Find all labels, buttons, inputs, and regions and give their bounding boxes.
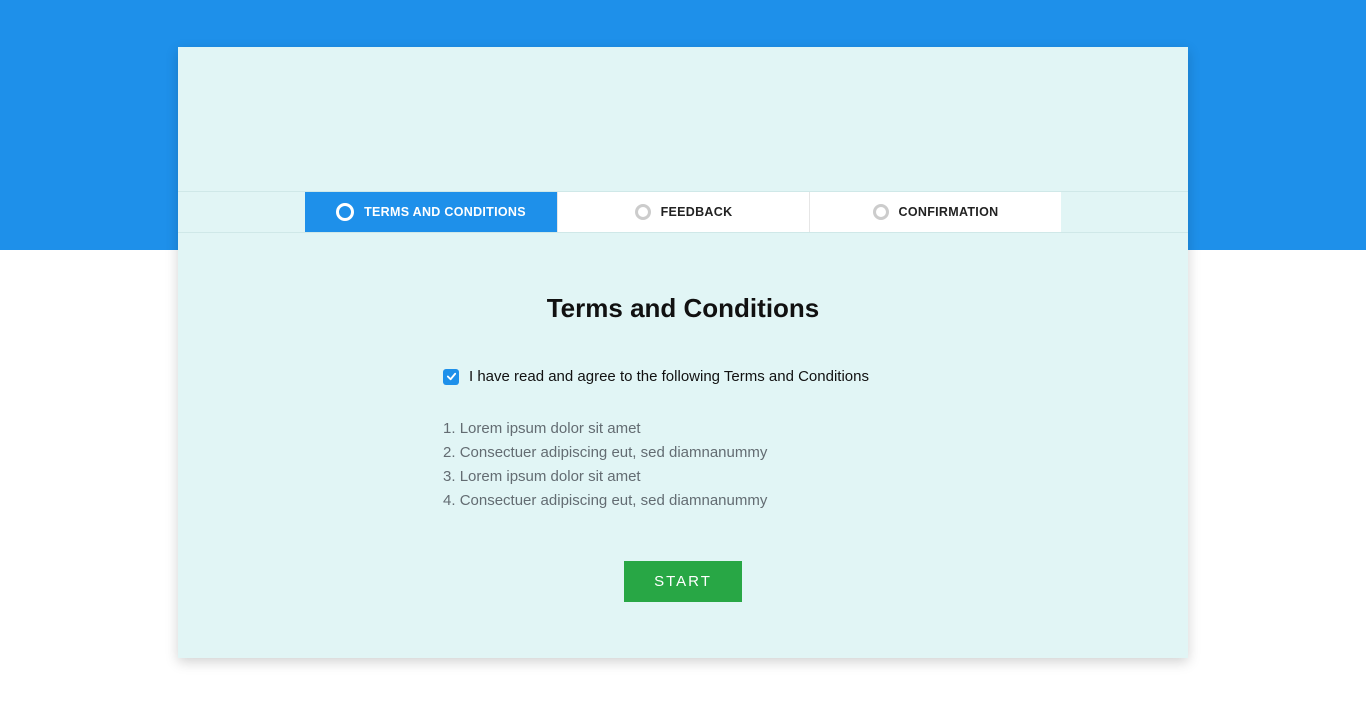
wizard-tabs: TERMS AND CONDITIONS FEEDBACK CONFIRMATI… — [178, 191, 1188, 233]
step-circle-icon — [635, 204, 651, 220]
list-item: Lorem ipsum dolor sit amet — [443, 465, 923, 489]
step-circle-icon — [873, 204, 889, 220]
page-title: Terms and Conditions — [178, 293, 1188, 324]
tab-label: CONFIRMATION — [899, 205, 999, 219]
tab-feedback[interactable]: FEEDBACK — [557, 192, 809, 232]
check-icon — [446, 371, 457, 382]
tab-terms[interactable]: TERMS AND CONDITIONS — [305, 192, 557, 232]
agree-checkbox[interactable] — [443, 369, 459, 385]
terms-list: Lorem ipsum dolor sit amet Consectuer ad… — [443, 417, 923, 513]
tab-label: TERMS AND CONDITIONS — [364, 205, 526, 219]
wizard-content: Terms and Conditions I have read and agr… — [178, 233, 1188, 658]
list-item: Lorem ipsum dolor sit amet — [443, 417, 923, 441]
start-button[interactable]: START — [624, 561, 742, 602]
card-header-space — [178, 47, 1188, 119]
agree-row: I have read and agree to the following T… — [443, 368, 923, 385]
list-item: Consectuer adipiscing eut, sed diamnanum… — [443, 489, 923, 513]
list-item: Consectuer adipiscing eut, sed diamnanum… — [443, 441, 923, 465]
tab-confirmation[interactable]: CONFIRMATION — [809, 192, 1061, 232]
step-circle-icon — [336, 203, 354, 221]
tab-label: FEEDBACK — [661, 205, 733, 219]
agree-label: I have read and agree to the following T… — [469, 368, 869, 385]
wizard-card: TERMS AND CONDITIONS FEEDBACK CONFIRMATI… — [178, 47, 1188, 658]
